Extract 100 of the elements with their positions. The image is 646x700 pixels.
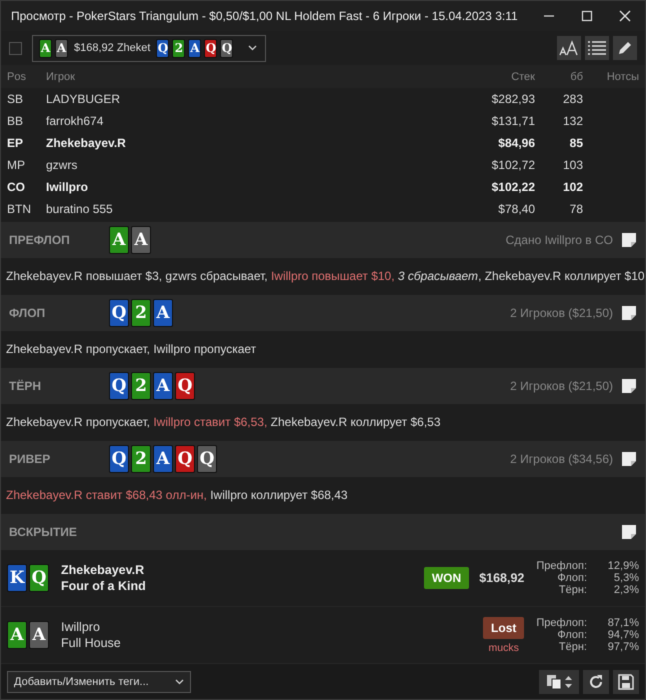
table-cell-text: $131,71	[490, 114, 535, 128]
equity-label: Префлоп:	[536, 560, 587, 572]
street-title: ФЛОП	[9, 306, 46, 320]
list-button[interactable]	[585, 36, 609, 60]
street-title: ПРЕФЛОП	[9, 233, 71, 247]
column-header: Игрок	[46, 70, 76, 82]
table-cell-text: SB	[7, 92, 24, 106]
result-badge: Lost	[483, 616, 524, 638]
table-cell-text: gzwrs	[46, 158, 78, 172]
win-amount: $168,92	[479, 571, 524, 585]
playing-card: A	[39, 38, 52, 58]
playing-card: 2	[131, 372, 151, 400]
checkbox[interactable]	[9, 42, 22, 54]
street-title: ВСКРЫТИЕ	[9, 525, 78, 539]
playing-card: 2	[131, 445, 151, 473]
playing-card: Q	[109, 372, 129, 400]
hand-dropdown[interactable]: A A $168,92 Zheket Q 2 A Q Q	[32, 34, 266, 62]
table-cell-text: MP	[7, 158, 26, 172]
street-title: РИВЕР	[9, 452, 52, 466]
maximize-icon[interactable]	[581, 10, 593, 22]
playing-card: A	[153, 299, 173, 327]
playing-card: Q	[204, 38, 218, 58]
equity-value: 2,3%	[612, 584, 639, 596]
street-info: 2 Игроков ($34,56)	[510, 452, 613, 466]
tags-dropdown[interactable]: Добавить/Изменить теги...	[7, 670, 191, 692]
table-cell-text: $84,96	[497, 136, 535, 150]
save-icon	[618, 674, 634, 690]
column-header: Нотсы	[606, 70, 639, 82]
action-text: Zhekebayev.R пропускает, Iwillpro пропускает	[5, 340, 258, 358]
pencil-icon	[617, 40, 633, 56]
table-cell-text: LADYBUGER	[46, 92, 122, 106]
table-cell-text: 78	[568, 202, 583, 216]
playing-card: A	[109, 226, 129, 254]
note-icon[interactable]	[621, 451, 637, 467]
playing-card: Q	[109, 445, 129, 473]
table-cell-text: 103	[562, 158, 583, 172]
table-cell-text: 85	[568, 136, 583, 150]
copy-button[interactable]	[539, 670, 579, 694]
equity-value: 97,7%	[606, 641, 639, 653]
column-header: Стек	[510, 70, 535, 82]
table-cell-text: EP	[7, 136, 24, 150]
muck-label: mucks	[488, 642, 519, 654]
playing-card: Q	[109, 299, 129, 327]
table-cell-text: Iwillpro	[46, 180, 89, 194]
note-icon[interactable]	[621, 378, 637, 394]
playing-card: A	[131, 226, 151, 254]
font-size-icon	[559, 40, 579, 56]
playing-card: Q	[220, 38, 234, 58]
playing-card: Q	[197, 445, 217, 473]
playing-card: 2	[131, 299, 151, 327]
table-cell-text: CO	[7, 180, 26, 194]
note-icon[interactable]	[621, 524, 637, 540]
table-cell-text: $102,72	[490, 158, 535, 172]
playing-card: K	[7, 564, 27, 592]
playing-card: A	[7, 621, 27, 649]
playing-card: Q	[175, 372, 195, 400]
hand-summary: $168,92 Zheket	[74, 42, 150, 54]
window-title: Просмотр - PokerStars Triangulum - $0,50/$1,00 NL Holdem Fast - 6 Игроки - 15.04.2023 3:11	[11, 9, 519, 23]
note-icon[interactable]	[621, 305, 637, 321]
table-cell-text: BTN	[7, 202, 32, 216]
copy-icon	[546, 674, 562, 690]
playing-card: Q	[175, 445, 195, 473]
equity-label: Флоп:	[556, 629, 587, 641]
table-cell-text: farrokh674	[46, 114, 104, 128]
column-header: Pos	[7, 70, 27, 82]
playing-card: A	[29, 621, 49, 649]
spin-arrows-icon	[565, 676, 572, 688]
playing-card: A	[188, 38, 202, 58]
equity-label: Префлоп:	[536, 617, 587, 629]
equity-label: Флоп:	[556, 572, 587, 584]
playing-card: Q	[156, 38, 170, 58]
equity-label: Тёрн:	[558, 584, 587, 596]
list-icon	[588, 41, 606, 55]
hand-rank: Four of a Kind	[61, 579, 147, 593]
street-title: ТЁРН	[9, 379, 42, 393]
hand-rank: Full House	[61, 636, 122, 650]
table-cell-text: $78,40	[497, 202, 535, 216]
font-size-button[interactable]	[557, 36, 581, 60]
close-icon[interactable]	[619, 10, 631, 22]
equity-value: 94,7%	[606, 629, 639, 641]
player-name: Zhekebayev.R	[61, 563, 146, 577]
table-cell-text: BB	[7, 114, 24, 128]
table-cell-text: 102	[562, 180, 583, 194]
save-button[interactable]	[613, 670, 639, 694]
edit-button[interactable]	[613, 36, 637, 60]
playing-card: A	[153, 372, 173, 400]
column-header: бб	[569, 70, 583, 82]
refresh-button[interactable]	[583, 670, 609, 694]
equity-label: Тёрн:	[558, 641, 587, 653]
playing-card: Q	[29, 564, 49, 592]
action-text: Zhekebayev.R ставит $68,43 олл-ин, Iwillpro коллирует $68,43	[5, 486, 349, 504]
table-cell-text: buratino 555	[46, 202, 114, 216]
table-cell-text: $282,93	[490, 92, 535, 106]
playing-card: A	[55, 38, 68, 58]
street-info: Сдано Iwillpro в CO	[506, 233, 613, 247]
action-text: Zhekebayev.R повышает $3, gzwrs сбрасывает, Iwillpro повышает $10, 3 сбрасывает, Zhekebayev.R коллирует $10	[5, 268, 645, 284]
caret-icon	[175, 678, 184, 684]
equity-value: 87,1%	[606, 617, 639, 629]
note-icon[interactable]	[621, 232, 637, 248]
table-cell-text: 132	[562, 114, 583, 128]
